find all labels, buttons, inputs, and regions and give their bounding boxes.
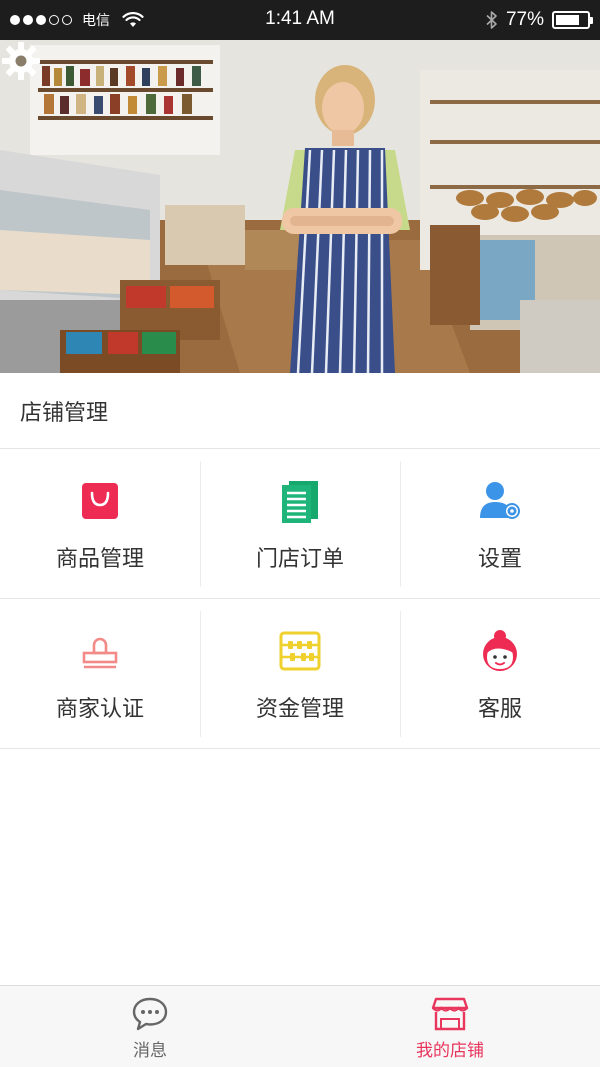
store-orders-label: 门店订单 [255, 547, 344, 572]
user-settings-icon [478, 479, 522, 523]
customer-service-label: 客服 [477, 697, 522, 722]
document-list-icon [278, 479, 322, 523]
settings-button[interactable]: 设置 [400, 449, 600, 599]
tab-my-store-label: 我的店铺 [416, 1041, 484, 1061]
store-orders-button[interactable]: 门店订单 [200, 449, 400, 599]
grid-row-1: 商品管理 门店订单 设置 [0, 449, 600, 599]
tab-messages-label: 消息 [133, 1041, 167, 1061]
tab-messages[interactable]: 消息 [0, 986, 300, 1067]
product-management-button[interactable]: 商品管理 [0, 449, 200, 599]
storefront-icon [431, 997, 469, 1031]
bottom-tab-bar: 消息 我的店铺 [0, 985, 600, 1067]
chat-bubble-icon [132, 997, 168, 1031]
settings-label: 设置 [477, 547, 522, 572]
store-photo-illustration [0, 40, 600, 373]
gear-icon[interactable] [0, 40, 42, 82]
customer-service-icon [478, 629, 522, 673]
customer-service-button[interactable]: 客服 [400, 599, 600, 749]
tab-my-store[interactable]: 我的店铺 [300, 986, 600, 1067]
merchant-certification-button[interactable]: 商家认证 [0, 599, 200, 749]
store-management-grid: 商品管理 门店订单 设置 商家认证 资金管理 客服 [0, 449, 600, 749]
status-right: 77% [486, 0, 593, 40]
section-title: 店铺管理 [0, 373, 600, 449]
bluetooth-icon [486, 11, 497, 29]
battery-percent: 77% [505, 9, 544, 30]
shopping-bag-icon [78, 479, 122, 523]
merchant-certification-label: 商家认证 [55, 697, 144, 722]
abacus-icon [278, 629, 322, 673]
fund-management-label: 资金管理 [255, 697, 344, 722]
battery-icon [552, 11, 593, 29]
stamp-icon [78, 629, 122, 673]
fund-management-button[interactable]: 资金管理 [200, 599, 400, 749]
status-bar: 电信 1:41 AM 77% [0, 0, 600, 40]
battery-level-fill [556, 15, 580, 25]
store-banner-image [0, 40, 600, 373]
grid-row-2: 商家认证 资金管理 客服 [0, 599, 600, 749]
product-management-label: 商品管理 [55, 547, 144, 572]
